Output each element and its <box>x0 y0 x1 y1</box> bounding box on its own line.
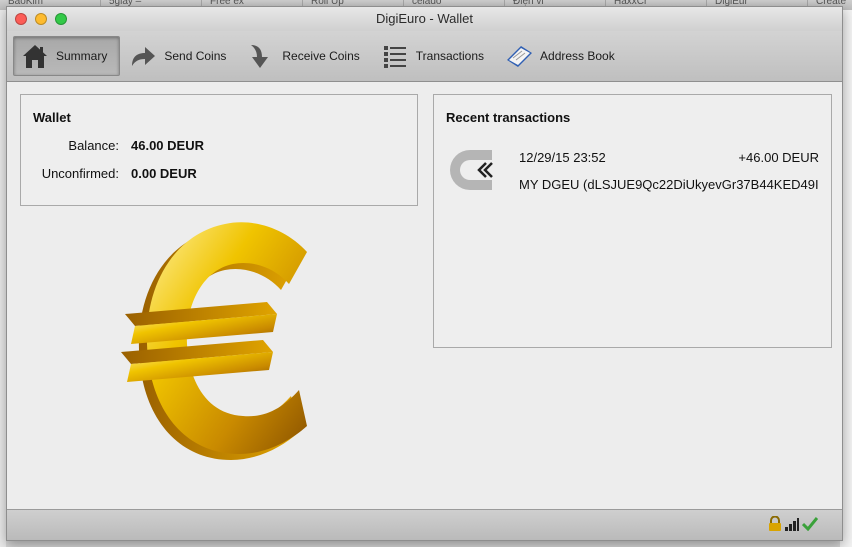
transaction-address: MY DGEU (dLSJUE9Qc22DiUkyevGr37B44KED49I <box>519 177 819 192</box>
send-arrow-icon <box>128 41 158 71</box>
zoom-button[interactable] <box>55 13 67 25</box>
balance-value: 46.00 DEUR <box>131 138 204 153</box>
toolbar-summary-button[interactable]: Summary <box>13 36 121 76</box>
toolbar-transactions-button[interactable]: Transactions <box>374 36 496 76</box>
wallet-panel: Wallet Balance: 46.00 DEUR Unconfirmed: … <box>20 94 418 206</box>
unconfirmed-value: 0.00 DEUR <box>131 166 197 181</box>
home-icon <box>20 41 50 71</box>
received-icon <box>446 147 496 193</box>
toolbar-label: Transactions <box>415 49 485 63</box>
lock-icon[interactable] <box>768 515 782 536</box>
address-book-icon <box>504 41 534 71</box>
synced-check-icon[interactable] <box>801 517 819 536</box>
wallet-window: DigiEuro - Wallet Summary Send Coins Rec… <box>6 6 843 541</box>
toolbar: Summary Send Coins Receive Coins Transac… <box>7 31 842 82</box>
recent-transactions-heading: Recent transactions <box>446 110 571 125</box>
toolbar-label: Address Book <box>540 49 615 63</box>
status-bar <box>7 509 842 540</box>
toolbar-label: Send Coins <box>164 49 227 63</box>
toolbar-receive-coins-button[interactable]: Receive Coins <box>240 36 371 76</box>
toolbar-address-book-button[interactable]: Address Book <box>498 36 627 76</box>
title-bar[interactable]: DigiEuro - Wallet <box>7 7 842 31</box>
transaction-amount: +46.00 DEUR <box>738 150 819 165</box>
window-title: DigiEuro - Wallet <box>375 11 474 26</box>
receive-arrow-icon <box>246 41 276 71</box>
window-controls <box>15 13 67 25</box>
euro-logo-image <box>117 214 317 464</box>
wallet-heading: Wallet <box>33 110 71 125</box>
summary-page: Wallet Balance: 46.00 DEUR Unconfirmed: … <box>7 82 842 510</box>
transaction-date: 12/29/15 23:52 <box>519 150 606 165</box>
balance-label: Balance: <box>68 138 119 153</box>
toolbar-send-coins-button[interactable]: Send Coins <box>122 36 238 76</box>
toolbar-label: Receive Coins <box>282 49 360 63</box>
close-button[interactable] <box>15 13 27 25</box>
list-icon <box>380 41 410 71</box>
toolbar-label: Summary <box>56 49 108 63</box>
signal-bars-icon[interactable] <box>785 518 799 536</box>
minimize-button[interactable] <box>35 13 47 25</box>
unconfirmed-label: Unconfirmed: <box>41 166 119 181</box>
recent-transactions-panel: Recent transactions 12/29/15 23:52 +46.0… <box>433 94 832 348</box>
status-icons <box>768 515 819 536</box>
